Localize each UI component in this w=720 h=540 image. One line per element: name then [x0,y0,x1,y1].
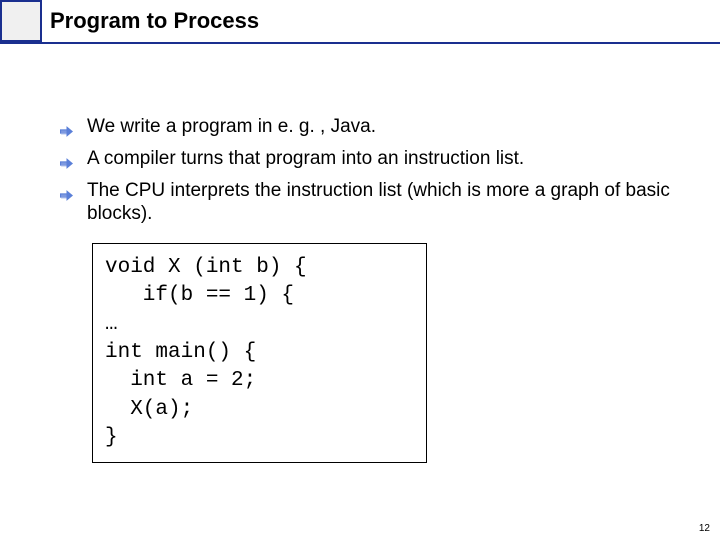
bullet-text: We write a program in e. g. , Java. [87,115,680,139]
page-number: 12 [699,523,710,534]
code-block: void X (int b) { if(b == 1) { … int main… [92,243,427,463]
bullet-item: The CPU interprets the instruction list … [60,179,680,227]
slide: Program to Process We write a program in… [0,0,720,540]
bullet-arrow-icon [60,185,73,209]
bullet-item: A compiler turns that program into an in… [60,147,680,177]
bullet-arrow-icon [60,153,73,177]
body-content: We write a program in e. g. , Java. A co… [60,115,680,228]
corner-decoration [0,0,42,42]
bullet-text: A compiler turns that program into an in… [87,147,680,171]
slide-title: Program to Process [50,8,259,34]
title-underline [0,42,720,44]
bullet-item: We write a program in e. g. , Java. [60,115,680,145]
bullet-text: The CPU interprets the instruction list … [87,179,680,227]
bullet-arrow-icon [60,121,73,145]
